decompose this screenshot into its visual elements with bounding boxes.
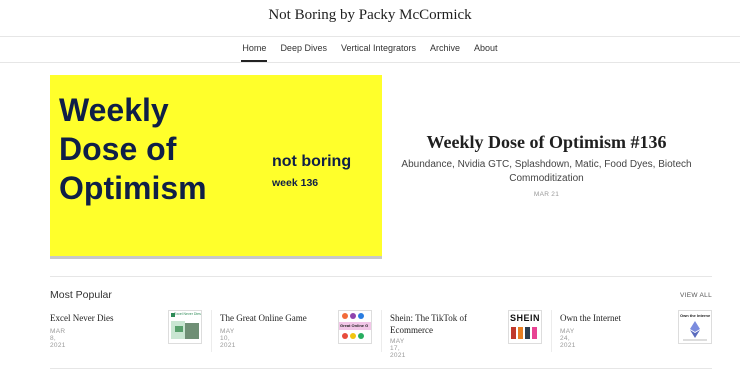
hero-post-image[interactable]: Weekly Dose of Optimism not boring week … bbox=[50, 75, 382, 259]
hero-image-headline: Weekly Dose of Optimism bbox=[59, 92, 207, 207]
game-thumbnail-caption: Great Online G bbox=[340, 323, 369, 328]
hero-post-subtitle: Abundance, Nvidia GTC, Splashdown, Matic… bbox=[401, 159, 692, 184]
site-header: Not Boring by Packy McCormick bbox=[0, 0, 740, 37]
game-thumbnail-icon: Great Online G bbox=[338, 310, 372, 344]
nav-home[interactable]: Home bbox=[241, 36, 268, 62]
popular-item-title[interactable]: The Great Online Game bbox=[220, 312, 330, 324]
popular-separator bbox=[211, 310, 212, 352]
popular-item-title[interactable]: Excel Never Dies bbox=[50, 312, 160, 324]
main-nav: Home Deep Dives Vertical Integrators Arc… bbox=[0, 36, 740, 63]
hero-post-date: MAR 21 bbox=[533, 191, 560, 198]
popular-separator bbox=[381, 310, 382, 352]
nav-archive[interactable]: Archive bbox=[429, 36, 461, 60]
shein-thumbnail-caption: SHEIN bbox=[510, 313, 541, 323]
hero-post-text: Weekly Dose of Optimism #136 Abundance, … bbox=[400, 132, 693, 198]
view-all-link[interactable]: VIEW ALL bbox=[680, 292, 712, 299]
excel-thumbnail-icon: Excel Never Dies bbox=[168, 310, 202, 344]
footer-divider bbox=[50, 368, 712, 369]
hero-post-title[interactable]: Weekly Dose of Optimism #136 bbox=[400, 132, 693, 153]
section-divider bbox=[50, 276, 712, 277]
shein-thumbnail-icon: SHEIN bbox=[508, 310, 542, 344]
internet-thumbnail-caption: Own the Interne bbox=[680, 313, 711, 318]
site-title[interactable]: Not Boring by Packy McCormick bbox=[0, 7, 740, 24]
popular-item-title[interactable]: Shein: The TikTok of Ecommerce bbox=[390, 312, 500, 336]
nav-about[interactable]: About bbox=[473, 36, 499, 60]
popular-item-date: MAR 8, 2021 bbox=[50, 328, 66, 349]
popular-separator bbox=[551, 310, 552, 352]
internet-thumbnail-icon: Own the Interne bbox=[678, 310, 712, 344]
popular-item-date: MAY 24, 2021 bbox=[560, 328, 576, 349]
most-popular-heading: Most Popular bbox=[50, 289, 112, 301]
excel-thumbnail-caption: Excel Never Dies bbox=[174, 312, 201, 316]
hero-image-week: week 136 bbox=[272, 177, 319, 189]
nav-vertical-integrators[interactable]: Vertical Integrators bbox=[340, 36, 417, 60]
popular-item-date: MAY 10, 2021 bbox=[220, 328, 236, 349]
nav-deep-dives[interactable]: Deep Dives bbox=[279, 36, 328, 60]
hero-image-brand: not boring bbox=[272, 153, 352, 170]
popular-item-title[interactable]: Own the Internet bbox=[560, 312, 670, 324]
popular-item-date: MAY 17, 2021 bbox=[390, 338, 406, 359]
